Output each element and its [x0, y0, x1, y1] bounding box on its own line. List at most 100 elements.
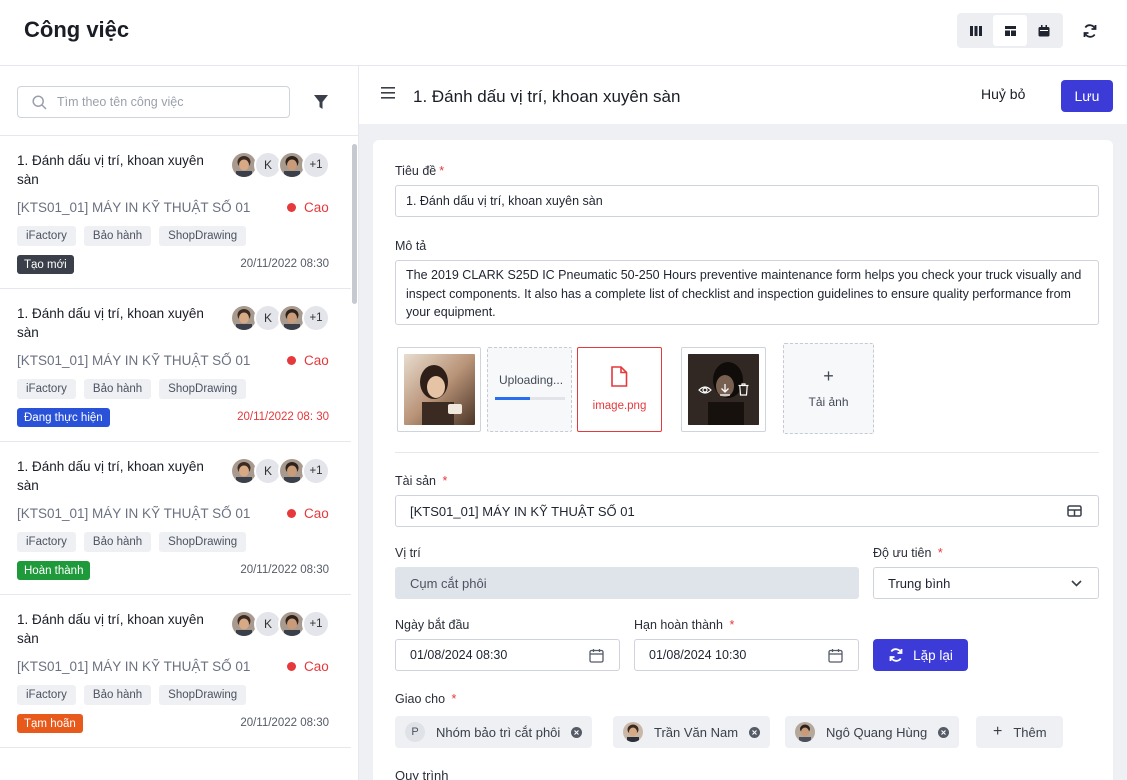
search-input[interactable]	[57, 95, 277, 109]
tag: ShopDrawing	[159, 379, 247, 399]
uploading-text: Uploading...	[499, 373, 564, 387]
image-thumbnail-hover[interactable]	[681, 347, 766, 432]
tag: ShopDrawing	[159, 532, 247, 552]
board-view-button[interactable]	[959, 15, 993, 46]
more-assignees-count: +1	[302, 151, 330, 179]
avatar	[623, 722, 643, 742]
upload-progress-bar	[495, 397, 565, 400]
task-date: 20/11/2022 08:30	[240, 717, 329, 729]
task-asset: [KTS01_01] MÁY IN KỸ THUẬT SỐ 01	[17, 506, 251, 521]
upload-image-label: Tải ảnh	[808, 395, 849, 409]
task-asset: [KTS01_01] MÁY IN KỸ THUẬT SỐ 01	[17, 200, 251, 215]
remove-icon[interactable]	[938, 726, 950, 738]
error-file[interactable]: image.png	[577, 347, 662, 432]
avatar	[795, 722, 815, 742]
asset-label: Tài sản *	[395, 474, 447, 488]
assignee-chip: P Nhóm bảo trì cắt phôi	[395, 716, 593, 748]
save-button[interactable]: Lưu	[1061, 80, 1113, 112]
asset-label-text: Tài sản	[395, 474, 436, 488]
more-assignees-count: +1	[302, 304, 330, 332]
priority-dot	[287, 509, 296, 518]
start-date-label: Ngày bắt đầu	[395, 618, 470, 632]
cancel-button[interactable]: Huỷ bỏ	[981, 86, 1025, 102]
remove-icon[interactable]	[749, 726, 761, 738]
required-mark: *	[439, 164, 445, 178]
asset-value: [KTS01_01] MÁY IN KỸ THUẬT SỐ 01	[410, 503, 635, 519]
due-date-label-text: Hạn hoàn thành	[634, 618, 723, 632]
task-card[interactable]: 1. Đánh dấu vị trí, khoan xuyên sàn K +1 [K…	[0, 595, 351, 748]
due-date-field[interactable]: 01/08/2024 10:30	[634, 639, 859, 671]
tag: ShopDrawing	[159, 685, 247, 705]
task-detail-panel: 1. Đánh dấu vị trí, khoan xuyên sàn Huỷ …	[359, 66, 1127, 780]
task-card[interactable]: 1. Đánh dấu vị trí, khoan xuyên sàn K +1 [K…	[0, 442, 351, 595]
tag-list: iFactory Bảo hành ShopDrawing	[17, 532, 247, 552]
task-title: 1. Đánh dấu vị trí, khoan xuyên sàn	[17, 306, 204, 340]
priority-indicator: Cao	[287, 506, 329, 521]
priority-label-text: Độ ưu tiên	[873, 546, 932, 560]
tag: iFactory	[17, 532, 76, 552]
assignee-avatars: K +1	[230, 151, 330, 179]
trash-icon[interactable]	[738, 383, 749, 396]
tag: Bảo hành	[83, 685, 152, 705]
split-view-button[interactable]	[993, 15, 1027, 46]
search-box	[17, 86, 290, 118]
file-icon	[611, 366, 628, 387]
task-card[interactable]: 1. Đánh dấu vị trí, khoan xuyên sàn K +1 [K…	[0, 289, 351, 442]
image-thumbnail[interactable]	[397, 347, 481, 432]
assignee-avatars: K +1	[230, 610, 330, 638]
more-assignees-count: +1	[302, 457, 330, 485]
tag: ShopDrawing	[159, 226, 247, 246]
tag: iFactory	[17, 379, 76, 399]
task-title: 1. Đánh dấu vị trí, khoan xuyên sàn	[17, 153, 204, 187]
upload-progress-fill	[495, 397, 530, 400]
menu-button[interactable]	[381, 86, 399, 104]
priority-indicator: Cao	[287, 200, 329, 215]
asset-field[interactable]: [KTS01_01] MÁY IN KỸ THUẬT SỐ 01	[395, 495, 1099, 527]
scrollbar[interactable]	[352, 144, 357, 304]
title-field[interactable]: 1. Đánh dấu vị trí, khoan xuyên sàn	[395, 185, 1099, 217]
task-card[interactable]: 1. Đánh dấu vị trí, khoan xuyên sàn K +1 [K…	[0, 136, 351, 289]
detail-title: 1. Đánh dấu vị trí, khoan xuyên sàn	[413, 87, 681, 106]
task-date: 20/11/2022 08:30	[240, 258, 329, 270]
calendar-icon	[1038, 24, 1050, 36]
description-field[interactable]: The 2019 CLARK S25D IC Pneumatic 50-250 …	[395, 260, 1099, 325]
tag: iFactory	[17, 685, 76, 705]
priority-indicator: Cao	[287, 353, 329, 368]
columns-icon	[970, 25, 982, 36]
error-file-name: image.png	[592, 400, 647, 412]
priority-dot	[287, 203, 296, 212]
start-date-value: 01/08/2024 08:30	[410, 648, 508, 662]
upload-image-button[interactable]: + Tải ảnh	[783, 343, 874, 434]
required-mark: *	[729, 618, 735, 632]
tag: Bảo hành	[83, 379, 152, 399]
repeat-button[interactable]: Lặp lại	[873, 639, 968, 671]
remove-icon[interactable]	[571, 726, 583, 738]
status-badge: Tạo mới	[17, 255, 74, 274]
priority-select[interactable]: Trung bình	[873, 567, 1099, 599]
filter-icon	[314, 94, 328, 109]
start-date-field[interactable]: 01/08/2024 08:30	[395, 639, 620, 671]
location-field: Cụm cắt phôi	[395, 567, 859, 599]
filter-button[interactable]	[310, 91, 332, 113]
calendar-icon	[828, 649, 843, 663]
location-label: Vị trí	[395, 546, 421, 560]
download-icon[interactable]	[719, 383, 731, 396]
add-assignee-button[interactable]: + Thêm	[976, 716, 1063, 748]
assignee-avatars: K +1	[230, 457, 330, 485]
eye-icon[interactable]	[697, 385, 712, 395]
assignee-name: Nhóm bảo trì cắt phôi	[436, 724, 561, 740]
table-picker-icon[interactable]	[1067, 505, 1082, 517]
app-title: Công việc	[24, 17, 130, 42]
detail-header: 1. Đánh dấu vị trí, khoan xuyên sàn Huỷ …	[359, 66, 1127, 124]
status-badge: Tạm hoãn	[17, 714, 83, 733]
task-date: 20/11/2022 08:30	[240, 564, 329, 576]
status-badge: Đang thực hiện	[17, 408, 110, 427]
assignee-chip: Trần Văn Nam	[613, 716, 771, 748]
task-title: 1. Đánh dấu vị trí, khoan xuyên sàn	[17, 459, 204, 493]
calendar-view-button[interactable]	[1027, 15, 1061, 46]
assignee-name: Ngô Quang Hùng	[826, 724, 928, 740]
more-assignees-count: +1	[302, 610, 330, 638]
tag-list: iFactory Bảo hành ShopDrawing	[17, 379, 247, 399]
add-assignee-label: Thêm	[1013, 724, 1047, 740]
refresh-button[interactable]	[1077, 18, 1103, 44]
